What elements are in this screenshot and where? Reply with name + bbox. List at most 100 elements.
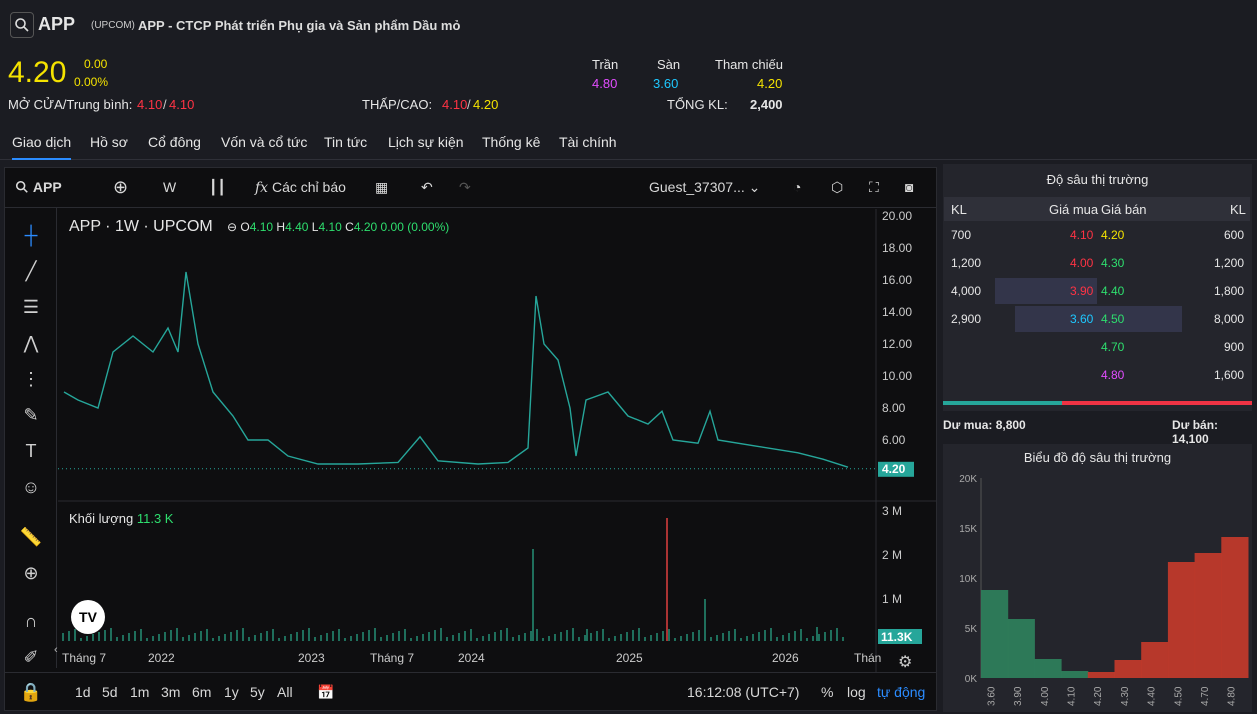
bid-volume: 1,200 [951, 256, 982, 270]
volume-bar [116, 637, 118, 641]
settings-icon[interactable]: ⬡ [831, 179, 843, 196]
indicators-button[interactable]: fx Các chỉ báo [255, 179, 346, 196]
depth-bid-step [1007, 619, 1035, 678]
volume-bar [800, 629, 802, 641]
tab-statistics[interactable]: Thống kê [482, 134, 540, 150]
depth-x-tick: 4.30 [1120, 686, 1131, 706]
interval-button[interactable]: W [163, 179, 176, 195]
crosshair-icon[interactable]: ┼ [19, 223, 43, 247]
alert-icon[interactable]: ◔ [793, 179, 801, 195]
tab-capital-dividends[interactable]: Vốn và cổ tức [221, 134, 307, 150]
lock-draw-icon[interactable]: ✐ [19, 645, 43, 669]
volume-bar [356, 634, 358, 641]
trendline-icon[interactable]: ╱ [19, 259, 43, 283]
open-avg-label: MỞ CỬA/Trung bình: [8, 97, 133, 112]
pattern-icon[interactable]: ⋀ [19, 331, 43, 355]
volume-bar [164, 632, 166, 641]
search-icon [15, 180, 28, 193]
volume-bar [92, 634, 94, 641]
volume-bar [224, 634, 226, 641]
camera-icon[interactable]: ◙ [905, 179, 913, 195]
volume-bar [692, 632, 694, 641]
volume-bar [584, 635, 586, 641]
layout-icon[interactable]: ▦ [375, 179, 388, 196]
range-1m[interactable]: 1m [130, 684, 149, 700]
undo-icon[interactable]: ↶ [421, 179, 433, 196]
range-5d[interactable]: 5d [102, 684, 118, 700]
buy-total: Dư mua: 8,800 [943, 418, 1026, 432]
percent-toggle[interactable]: % [821, 684, 833, 700]
search-button[interactable] [10, 12, 34, 38]
volume-bar [308, 628, 310, 641]
fib-icon[interactable]: ☰ [19, 295, 43, 319]
candle-type-icon[interactable]: ┃┃ [209, 179, 226, 196]
add-symbol-icon[interactable]: ⊕ [113, 177, 128, 198]
bid-volume: 2,900 [951, 312, 982, 326]
tab-financials[interactable]: Tài chính [559, 134, 617, 150]
bid-price: 4.00 [1070, 256, 1094, 270]
projection-icon[interactable]: ⋮ [19, 367, 43, 391]
depth-title: Độ sâu thị trường [1046, 172, 1149, 187]
magnet-icon[interactable]: ∩ [19, 609, 43, 633]
volume-bar [152, 636, 154, 641]
volume-bar [392, 633, 394, 641]
drawing-toolbar: ┼ ╱ ☰ ⋀ ⋮ ✎ T ☺ 📏 ⊕ ∩ ✐ [5, 208, 57, 668]
user-menu[interactable]: Guest_37307... ⌄ [649, 179, 760, 196]
volume-bar [734, 629, 736, 641]
tab-trading[interactable]: Giao dịch [12, 134, 72, 160]
volume-bar [500, 630, 502, 641]
volume-bar [560, 632, 562, 641]
bid-price: 3.60 [1070, 312, 1094, 326]
volume-bar [104, 630, 106, 641]
collapse-toolbar-icon[interactable]: ‹ [54, 644, 58, 656]
tab-profile[interactable]: Hồ sơ [90, 134, 128, 150]
y-tick-label: 20.00 [882, 209, 912, 223]
volume-bar [512, 637, 514, 641]
ask-volume: 900 [1223, 340, 1244, 354]
range-5y[interactable]: 5y [250, 684, 265, 700]
company-name: APP - CTCP Phát triển Phụ gia và Sản phẩ… [138, 18, 461, 33]
range-6m[interactable]: 6m [192, 684, 211, 700]
zoom-icon[interactable]: ⊕ [19, 561, 43, 585]
log-toggle[interactable]: log [847, 684, 866, 700]
bid-price: 4.10 [1070, 228, 1094, 242]
volume-bar [698, 630, 700, 641]
depth-x-tick: 4.70 [1200, 686, 1211, 706]
auto-scale-toggle[interactable]: tự động [877, 684, 925, 700]
depth-y-tick: 15K [959, 524, 977, 535]
depth-ask-step [1114, 660, 1142, 678]
emoji-icon[interactable]: ☺ [19, 475, 43, 499]
fullscreen-icon[interactable]: ⛶ [869, 179, 879, 196]
tab-news[interactable]: Tin tức [324, 134, 367, 150]
symbol-search[interactable]: APP [15, 179, 62, 195]
volume-bar [290, 634, 292, 641]
depth-x-tick: 4.80 [1227, 686, 1238, 706]
volume-bar [206, 629, 208, 641]
date-range-icon[interactable]: 📅 [317, 684, 334, 701]
range-3m[interactable]: 3m [161, 684, 180, 700]
y-tick-label: 14.00 [882, 305, 912, 319]
buy-ratio-bar [943, 401, 1062, 405]
tab-shareholders[interactable]: Cổ đông [148, 134, 201, 150]
tab-events[interactable]: Lịch sự kiện [388, 134, 464, 150]
tradingview-logo[interactable]: TV [71, 600, 105, 634]
brush-icon[interactable]: ✎ [19, 403, 43, 427]
volume-bar [236, 630, 238, 641]
range-all[interactable]: All [277, 684, 293, 700]
text-icon[interactable]: T [19, 439, 43, 463]
volume-spike [816, 627, 818, 641]
time-settings-icon[interactable]: ⚙ [898, 652, 912, 672]
volume-bar [818, 634, 820, 641]
volume-bar [476, 638, 478, 641]
bid-volume: 700 [951, 228, 972, 242]
redo-icon[interactable]: ↷ [459, 179, 471, 196]
depth-row: 1,200 4.00 4.30 1,200 [944, 249, 1250, 277]
ask-volume: 600 [1223, 228, 1244, 242]
volume-bar [638, 628, 640, 641]
range-1d[interactable]: 1d [75, 684, 91, 700]
volume-bar [548, 636, 550, 641]
price-plot[interactable]: 20.00 18.00 16.00 14.00 12.00 10.00 8.00 6.00 3 … [58, 209, 936, 672]
range-1y[interactable]: 1y [224, 684, 239, 700]
volume-bar [716, 635, 718, 641]
ruler-icon[interactable]: 📏 [19, 525, 43, 549]
